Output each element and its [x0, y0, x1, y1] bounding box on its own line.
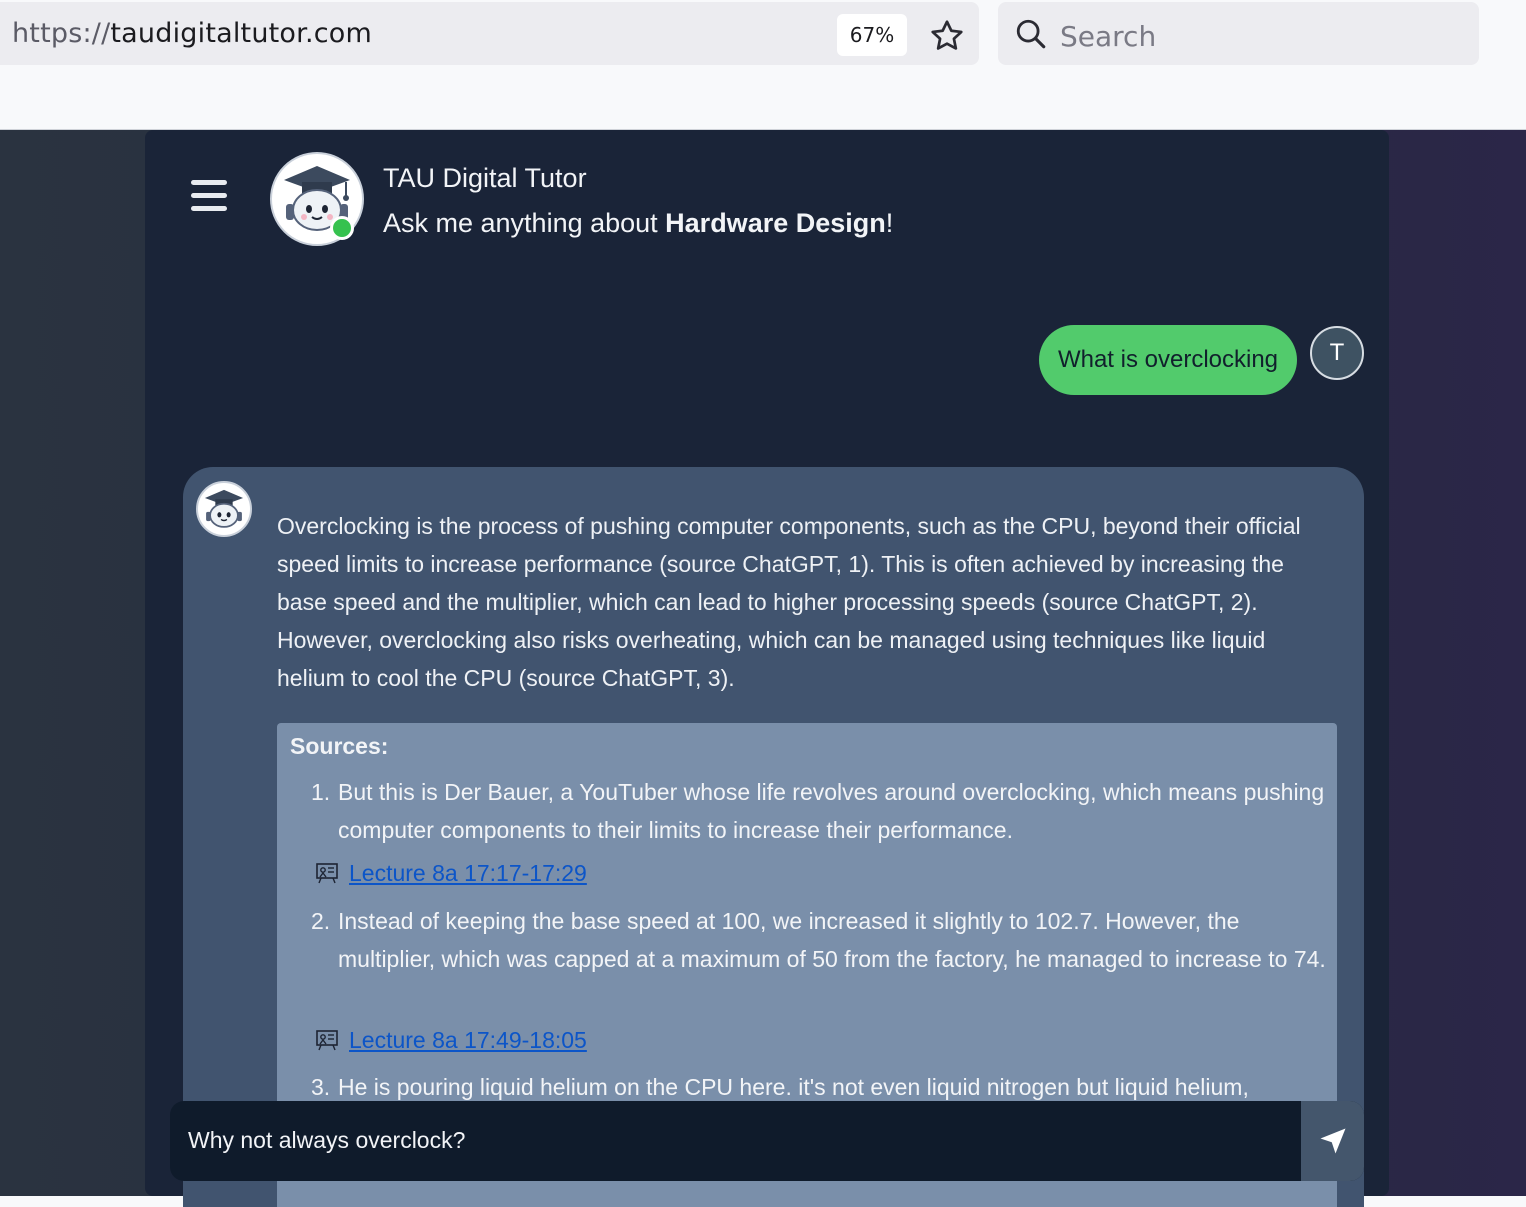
bot-answer-text: Overclocking is the process of pushing c…	[277, 513, 1301, 691]
send-arrow-icon	[1320, 1128, 1345, 1154]
url-bar[interactable]: https://taudigitaltutor.com 67%	[0, 2, 979, 65]
bookmark-star-icon[interactable]	[928, 18, 966, 54]
user-avatar: T	[1310, 326, 1364, 380]
menu-icon[interactable]	[191, 180, 227, 214]
app-subtitle: Ask me anything about Hardware Design!	[383, 208, 894, 238]
lecture-presentation-icon	[316, 863, 338, 884]
search-icon	[1016, 19, 1046, 49]
lecture-presentation-icon	[316, 1030, 338, 1051]
url-text[interactable]: https://taudigitaltutor.com	[12, 18, 372, 49]
bot-avatar	[196, 481, 252, 537]
online-status-dot	[330, 216, 354, 240]
source-lecture-link[interactable]: Lecture 8a 17:17-17:29	[315, 860, 587, 887]
chat-input-bar[interactable]: Why not always overclock?	[170, 1101, 1364, 1181]
bot-message-card: Overclocking is the process of pushing c…	[183, 467, 1364, 1207]
search-placeholder: Search	[1060, 20, 1157, 53]
subtitle-topic: Hardware Design	[665, 208, 886, 238]
chat-input-field[interactable]: Why not always overclock?	[188, 1127, 465, 1154]
chat-panel: TAU Digital Tutor Ask me anything about …	[145, 130, 1389, 1207]
user-message-bubble: What is overclocking	[1039, 325, 1297, 395]
source-lecture-link[interactable]: Lecture 8a 17:17-17:29Lecture 8a 17:49-1…	[315, 1027, 587, 1054]
app-title: TAU Digital Tutor	[383, 163, 587, 193]
sources-title: Sources:	[290, 733, 389, 759]
send-button[interactable]	[1301, 1101, 1364, 1181]
zoom-level-badge[interactable]: 67%	[837, 14, 907, 56]
robot-graduate-icon	[204, 489, 244, 528]
browser-search-bar[interactable]: Search	[998, 2, 1479, 65]
